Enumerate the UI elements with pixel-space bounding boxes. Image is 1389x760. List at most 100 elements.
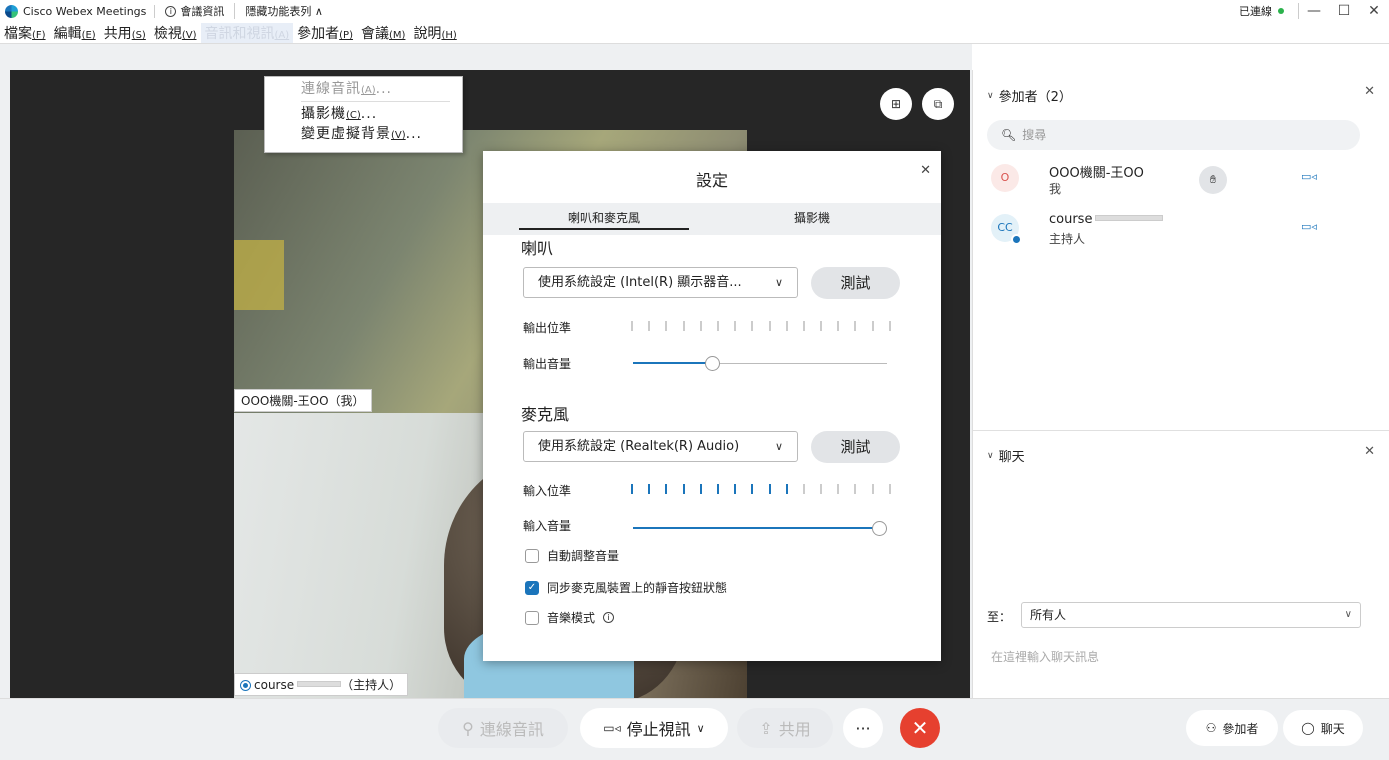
menu-participants[interactable]: 參加者(P) xyxy=(293,23,357,43)
auto-adjust-row[interactable]: 自動調整音量 xyxy=(525,547,619,564)
close-chat-icon[interactable]: ✕ xyxy=(1364,444,1375,459)
menu-edit-label: 編輯 xyxy=(53,26,82,42)
level-tick xyxy=(837,484,840,494)
output-volume-slider[interactable] xyxy=(633,356,887,372)
auto-adjust-checkbox[interactable] xyxy=(525,548,539,563)
input-volume-knob[interactable] xyxy=(872,521,887,536)
chat-panel-button[interactable]: ◯ 聊天 xyxy=(1283,710,1363,746)
mic-select[interactable]: 使用系統設定 (Realtek(R) Audio) ∨ xyxy=(523,431,798,462)
video-camera-icon: ▭◃ xyxy=(603,721,621,735)
menu-participants-label: 參加者 xyxy=(297,26,340,42)
level-tick xyxy=(751,484,754,494)
chat-recipient-select[interactable]: 所有人 ∨ xyxy=(1021,602,1361,628)
self-video-label: OOO機關-王OO（我） xyxy=(234,389,372,412)
level-tick xyxy=(734,484,737,494)
share-icon: ⇪ xyxy=(759,718,773,738)
menu-camera-label: 攝影機 xyxy=(301,106,346,122)
menu-edit[interactable]: 編輯(E) xyxy=(50,23,100,43)
close-icon[interactable]: ✕ xyxy=(920,163,931,178)
maximize-button[interactable]: ☐ xyxy=(1329,3,1359,19)
menu-share-key: (S) xyxy=(131,30,146,41)
menu-view-label: 檢視 xyxy=(153,26,182,42)
sync-mute-checkbox[interactable]: ✓ xyxy=(525,580,539,595)
participant-search-input[interactable]: 🔍︎ 搜尋 xyxy=(987,120,1360,150)
sync-mute-row[interactable]: ✓ 同步麥克風裝置上的靜音按鈕狀態 xyxy=(525,579,727,596)
participants-panel-label: 參加者 xyxy=(1222,721,1259,736)
chat-to-label: 至： xyxy=(987,610,1012,624)
menu-audio-video[interactable]: 音訊和視訊(A) xyxy=(200,23,294,43)
menu-connect-audio[interactable]: 連線音訊(A)... xyxy=(301,79,462,99)
level-tick xyxy=(631,321,633,331)
share-button[interactable]: ⇪ 共用 xyxy=(737,708,833,748)
level-tick xyxy=(802,484,805,494)
video-camera-icon[interactable]: ▭◃ xyxy=(1301,220,1317,233)
menu-file[interactable]: 檔案(F) xyxy=(0,23,50,43)
output-volume-knob[interactable] xyxy=(705,356,720,371)
host-status-icon xyxy=(241,681,250,690)
menu-view[interactable]: 檢視(V) xyxy=(150,23,201,43)
menu-separator xyxy=(301,101,450,102)
output-volume-label: 輸出音量 xyxy=(523,357,572,371)
popout-icon[interactable]: ⧉ xyxy=(922,88,954,120)
level-tick xyxy=(768,484,771,494)
grid-view-icon[interactable]: ⊞ xyxy=(880,88,912,120)
participants-icon: ⚇ xyxy=(1205,721,1217,735)
level-tick xyxy=(648,484,651,494)
hide-menu-button[interactable]: 隱藏功能表列 ∧ xyxy=(235,3,323,19)
participant-role: 我 xyxy=(1049,182,1062,196)
music-mode-checkbox[interactable] xyxy=(525,610,539,625)
chat-icon: ◯ xyxy=(1301,721,1315,735)
info-icon[interactable]: i xyxy=(603,612,615,623)
menu-help[interactable]: 說明(H) xyxy=(409,23,460,43)
close-window-button[interactable]: ✕ xyxy=(1359,3,1389,19)
panel-divider xyxy=(973,430,1389,431)
more-options-button[interactable]: ··· xyxy=(843,708,883,748)
participant-row[interactable]: O OOO機關-王OO 我 ✋︎ ▭◃ xyxy=(987,162,1377,208)
menu-virtual-background[interactable]: 變更虛擬背景(V)... xyxy=(301,124,462,144)
tab-speaker-mic[interactable]: 喇叭和麥克風 xyxy=(519,209,689,230)
chat-header[interactable]: ∨ 聊天 xyxy=(987,446,1025,465)
chat-input[interactable]: 在這裡輸入聊天訊息 xyxy=(991,648,1099,665)
stop-video-label: 停止視訊 xyxy=(626,720,691,739)
redacted-name-bar xyxy=(1095,215,1164,221)
level-tick xyxy=(665,484,668,494)
tab-camera[interactable]: 攝影機 xyxy=(727,209,897,226)
mic-test-button[interactable]: 測試 xyxy=(811,431,900,463)
music-mode-row[interactable]: 音樂模式 i xyxy=(525,609,615,626)
raise-hand-icon[interactable]: ✋︎ xyxy=(1199,166,1227,194)
output-volume-fill xyxy=(633,362,712,364)
chat-recipient-value: 所有人 xyxy=(1030,608,1067,622)
menu-share[interactable]: 共用(S) xyxy=(100,23,150,43)
level-tick xyxy=(802,321,805,331)
end-meeting-button[interactable]: ✕ xyxy=(900,708,940,748)
menu-participants-key: (P) xyxy=(339,30,353,41)
menu-meeting-label: 會議 xyxy=(361,26,389,42)
chevron-down-icon[interactable]: ∨ xyxy=(697,722,705,735)
level-tick xyxy=(648,321,651,331)
menu-camera[interactable]: 攝影機(C)... xyxy=(301,104,462,124)
menu-file-label: 檔案 xyxy=(4,26,32,42)
stop-video-button[interactable]: ▭◃ 停止視訊 ∨ xyxy=(580,708,728,748)
settings-tabs: 喇叭和麥克風 攝影機 xyxy=(483,203,941,235)
search-placeholder: 搜尋 xyxy=(1022,128,1047,142)
participant-row[interactable]: CC course 主持人 ▭◃ xyxy=(987,212,1377,258)
connect-audio-button[interactable]: ⚲ 連線音訊 xyxy=(438,708,568,748)
level-tick xyxy=(716,321,719,331)
participants-header[interactable]: ∨ 參加者（2） xyxy=(987,86,1072,105)
menu-connect-audio-key: (A) xyxy=(361,85,376,96)
level-tick xyxy=(665,321,668,331)
minimize-button[interactable]: — xyxy=(1299,3,1329,19)
chevron-down-icon: ∨ xyxy=(774,276,783,289)
menu-audio-video-key: (A) xyxy=(274,30,290,41)
speaker-select[interactable]: 使用系統設定 (Intel(R) 顯示器音... ∨ xyxy=(523,267,798,298)
app-title: Cisco Webex Meetings xyxy=(23,4,156,18)
menu-meeting-key: (M) xyxy=(389,30,406,41)
speaker-test-button[interactable]: 測試 xyxy=(811,267,900,299)
video-camera-icon[interactable]: ▭◃ xyxy=(1301,170,1317,183)
close-participants-icon[interactable]: ✕ xyxy=(1364,84,1375,99)
meeting-info-button[interactable]: i 會議資訊 xyxy=(155,3,236,19)
participants-panel-button[interactable]: ⚇ 參加者 xyxy=(1186,710,1278,746)
audio-video-menu: 連線音訊(A)... 攝影機(C)... 變更虛擬背景(V)... xyxy=(264,76,463,153)
input-volume-slider[interactable] xyxy=(633,521,887,537)
menu-meeting[interactable]: 會議(M) xyxy=(357,23,409,43)
